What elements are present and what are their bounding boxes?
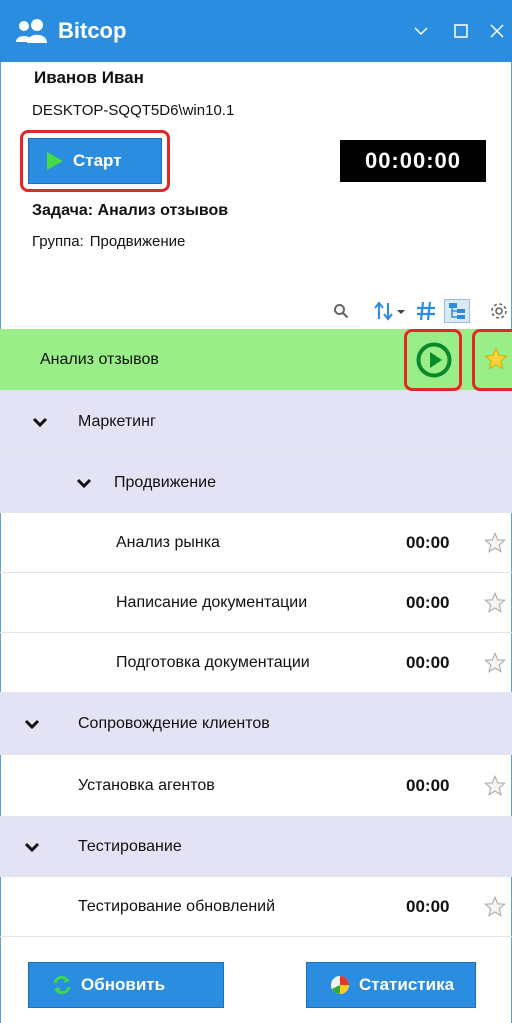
item-label: Написание документации [116,593,308,611]
star-icon[interactable] [484,347,508,371]
tree-group-row[interactable]: Сопровождение клиентов [0,693,512,755]
item-label: Установка агентов [78,776,215,794]
refresh-button[interactable]: Обновить [28,962,224,1008]
statistics-button-label: Статистика [359,975,455,994]
play-icon [47,152,63,170]
search-button[interactable] [330,299,352,323]
list-item[interactable]: Установка агентов 00:00 [0,755,512,817]
task-value: Анализ отзывов [97,202,229,219]
star-icon[interactable] [484,531,506,554]
current-task: Задача: Анализ отзывов [32,202,228,220]
tree-group-row[interactable]: Тестирование [0,817,512,877]
item-time: 00:00 [406,652,450,672]
item-label: Анализ отзывов [40,350,159,368]
sort-button[interactable] [372,299,408,323]
chevron-down-icon[interactable] [24,839,40,855]
close-button[interactable] [480,14,512,48]
chevron-down-icon[interactable] [76,475,92,491]
chevron-down-icon[interactable] [24,716,40,732]
list-item[interactable]: Анализ рынка 00:00 [0,513,512,573]
item-time: 00:00 [406,532,450,552]
item-label: Маркетинг [78,412,156,430]
timer-display: 00:00:00 [340,140,486,182]
maximize-icon [454,24,468,38]
app-title: Bitcop [58,18,127,43]
item-label: Сопровождение клиентов [78,714,270,732]
hash-button[interactable] [414,299,438,323]
item-label: Тестирование обновлений [78,897,276,915]
settings-button[interactable] [488,299,510,323]
star-icon[interactable] [484,591,506,614]
item-time: 00:00 [406,896,450,916]
search-icon [334,304,349,319]
start-button[interactable]: Старт [28,138,162,184]
settings-icon [491,303,507,319]
item-label: Продвижение [114,473,216,491]
list-item[interactable]: Анализ отзывов [0,329,512,391]
sort-icon [374,301,405,321]
hash-icon [417,301,435,321]
item-label: Тестирование [78,837,182,855]
list-item[interactable]: Подготовка документации 00:00 [0,633,512,693]
machine-name: DESKTOP-SQQT5D6\win10.1 [32,102,235,119]
close-icon [490,24,504,38]
search-input[interactable] [12,295,360,327]
start-button-label: Старт [73,151,122,170]
refresh-button-label: Обновить [81,975,166,994]
search-toolbar [0,295,512,329]
refresh-icon [53,975,71,995]
user-name: Иванов Иван [34,68,144,87]
tree-group-row[interactable]: Маркетинг [0,391,512,453]
users-icon [16,19,47,43]
item-time: 00:00 [406,592,450,612]
pie-chart-icon [331,976,349,994]
statistics-button[interactable]: Статистика [306,962,476,1008]
current-group: Группа: Продвижение [32,233,185,250]
maximize-button[interactable] [444,14,478,48]
list-item[interactable]: Тестирование обновлений 00:00 [0,877,512,937]
minimize-button[interactable] [404,14,438,48]
title-bar: Bitcop [0,0,512,62]
star-icon[interactable] [484,651,506,674]
task-label: Задача: [32,202,94,219]
tree-view-icon [449,303,465,319]
star-icon[interactable] [484,895,506,918]
tree-view-button[interactable] [444,299,470,323]
item-time: 00:00 [406,775,450,795]
play-circle-icon[interactable] [416,342,452,378]
group-value: Продвижение [89,233,186,250]
minimize-icon [414,27,428,36]
item-label: Анализ рынка [116,533,220,551]
item-label: Подготовка документации [116,653,310,671]
chevron-down-icon[interactable] [32,414,48,430]
list-item[interactable]: Написание документации 00:00 [0,573,512,633]
group-label: Группа: [32,233,84,250]
tree-group-row[interactable]: Продвижение [0,453,512,513]
star-icon[interactable] [484,774,506,797]
